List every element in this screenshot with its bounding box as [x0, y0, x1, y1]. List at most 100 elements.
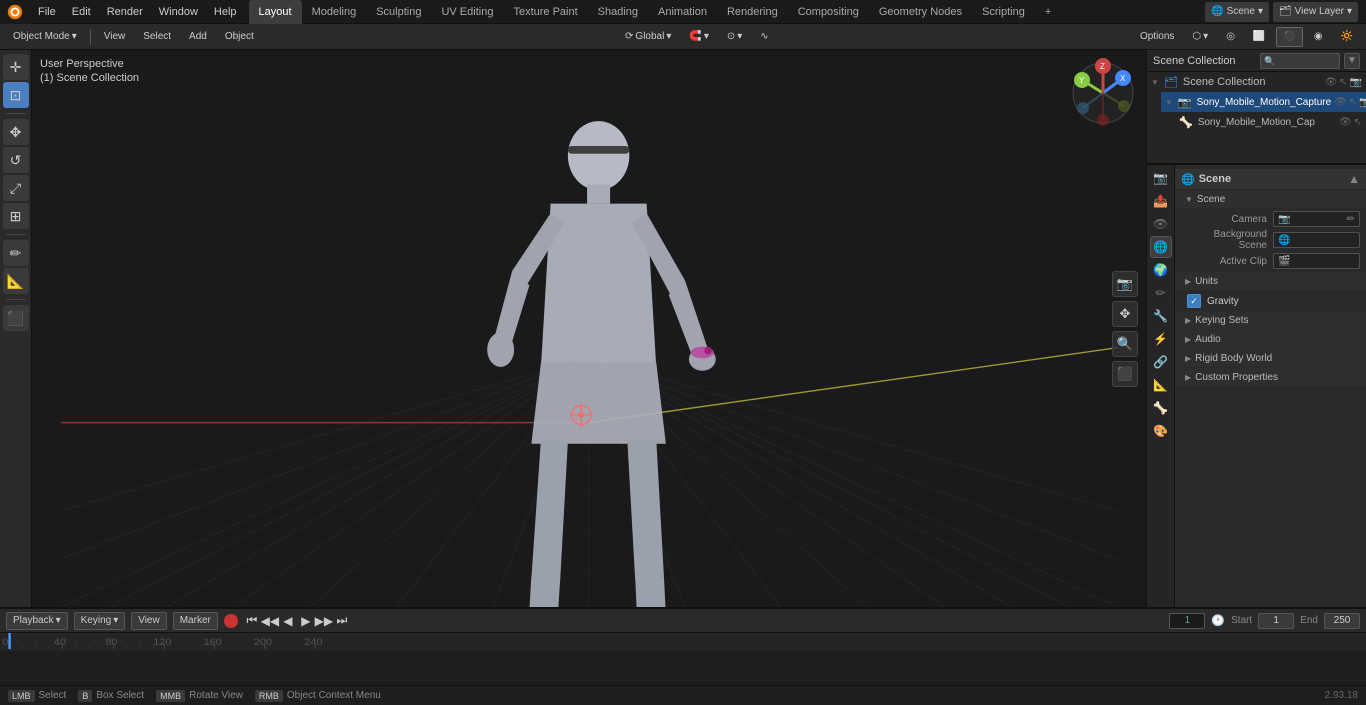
cursor-tool[interactable]: ✛	[3, 54, 29, 80]
outliner-item-motion[interactable]: 🦴 Sony_Mobile_Motion_Cap 👁 ↖	[1175, 112, 1366, 132]
shading-material[interactable]: ◉	[1307, 27, 1330, 47]
select-tool[interactable]: ⊡	[3, 82, 29, 108]
outliner-item-capture[interactable]: ▼ 📷 Sony_Mobile_Motion_Capture 👁 ↖ 📷	[1161, 92, 1366, 112]
tab-compositing[interactable]: Compositing	[788, 0, 869, 24]
prop-tab-particles[interactable]: ⚡	[1150, 328, 1172, 350]
snap-btn[interactable]: 🧲 ▾	[682, 27, 715, 47]
prev-frame-btn[interactable]: ◀	[280, 613, 296, 629]
next-frame-btn[interactable]: ▶▶	[316, 613, 332, 629]
item-render-icon[interactable]: 📷	[1359, 97, 1366, 108]
tl-keying-menu[interactable]: Keying ▾	[74, 612, 126, 630]
tab-shading[interactable]: Shading	[588, 0, 648, 24]
shading-wireframe[interactable]: ⬜	[1246, 27, 1272, 47]
units-section[interactable]: ▶ Units	[1175, 272, 1366, 290]
tab-geometry-nodes[interactable]: Geometry Nodes	[869, 0, 972, 24]
select-menu[interactable]: Select	[136, 27, 178, 47]
scale-tool[interactable]: ⤢	[3, 175, 29, 201]
object-menu[interactable]: Object	[218, 27, 261, 47]
prop-tab-object[interactable]: ✏	[1150, 282, 1172, 304]
play-btn[interactable]: ▶	[298, 613, 314, 629]
visibility-icon[interactable]: 👁	[1324, 77, 1337, 88]
prop-tab-data[interactable]: 🦴	[1150, 397, 1172, 419]
tl-playback-menu[interactable]: Playback ▾	[6, 612, 68, 630]
record-button[interactable]	[224, 614, 238, 628]
jump-start-btn[interactable]: ⏮	[244, 613, 260, 629]
audio-section[interactable]: ▶ Audio	[1175, 330, 1366, 348]
prop-tab-world[interactable]: 🌍	[1150, 259, 1172, 281]
menu-window[interactable]: Window	[151, 0, 206, 24]
keying-sets-section[interactable]: ▶ Keying Sets	[1175, 311, 1366, 329]
camera-view-btn[interactable]: 📷	[1112, 271, 1138, 297]
view-layer-selector[interactable]: 🗂 View Layer ▾	[1273, 2, 1358, 22]
viewport[interactable]: User Perspective (1) Scene Collection X …	[32, 50, 1146, 607]
proportional-edit-btn[interactable]: ⊙ ▾	[720, 27, 749, 47]
viewport-camera-btn[interactable]: ⬛	[1112, 361, 1138, 387]
tab-scripting[interactable]: Scripting	[972, 0, 1035, 24]
prop-tab-modifier[interactable]: 🔧	[1150, 305, 1172, 327]
camera-value[interactable]: 📷 ✏	[1273, 211, 1360, 227]
prop-tab-constraints[interactable]: 📐	[1150, 374, 1172, 396]
prop-tab-material[interactable]: 🎨	[1150, 420, 1172, 442]
prop-tab-scene[interactable]: 🌐	[1150, 236, 1172, 258]
tl-view-menu[interactable]: View	[131, 612, 167, 630]
prop-tab-physics[interactable]: 🔗	[1150, 351, 1172, 373]
prop-tab-render[interactable]: 📷	[1150, 167, 1172, 189]
prev-keyframe-btn[interactable]: ◀◀	[262, 613, 278, 629]
item-select-icon[interactable]: ↖	[1349, 97, 1357, 108]
motion-select-icon[interactable]: ↖	[1354, 117, 1362, 128]
start-frame-input[interactable]	[1258, 613, 1294, 629]
shading-solid[interactable]: ⚫	[1276, 27, 1302, 47]
active-clip-value[interactable]: 🎬	[1273, 253, 1360, 269]
tab-animation[interactable]: Animation	[648, 0, 717, 24]
tab-uv-editing[interactable]: UV Editing	[431, 0, 503, 24]
tab-rendering[interactable]: Rendering	[717, 0, 788, 24]
render-visibility-icon[interactable]: 📷	[1350, 77, 1362, 88]
shading-rendered[interactable]: 🔆	[1334, 27, 1360, 47]
annotate-tool[interactable]: ✏	[3, 240, 29, 266]
menu-file[interactable]: File	[30, 0, 64, 24]
menu-help[interactable]: Help	[206, 0, 245, 24]
transform-space-btn[interactable]: ⟳ Global ▾	[618, 27, 678, 47]
zoom-btn[interactable]: 🔍	[1112, 331, 1138, 357]
add-cube-tool[interactable]: ⬛	[3, 305, 29, 331]
menu-edit[interactable]: Edit	[64, 0, 99, 24]
menu-render[interactable]: Render	[99, 0, 151, 24]
view-menu[interactable]: View	[97, 27, 133, 47]
move-view-btn[interactable]: ✥	[1112, 301, 1138, 327]
timeline-body[interactable]: 0 40 80 120 160 200 240	[0, 633, 1366, 685]
rotate-tool[interactable]: ↺	[3, 147, 29, 173]
prop-tab-view[interactable]: 👁	[1150, 213, 1172, 235]
jump-end-btn[interactable]: ⏭	[334, 613, 350, 629]
mode-selector[interactable]: Object Mode ▾	[6, 27, 84, 47]
custom-props-section[interactable]: ▶ Custom Properties	[1175, 368, 1366, 386]
tab-modeling[interactable]: Modeling	[302, 0, 367, 24]
outliner-search[interactable]	[1260, 53, 1340, 69]
move-tool[interactable]: ✥	[3, 119, 29, 145]
item-visibility-icon[interactable]: 👁	[1334, 97, 1347, 108]
selectability-icon[interactable]: ↖	[1339, 77, 1347, 88]
prop-tab-output[interactable]: 📤	[1150, 190, 1172, 212]
add-menu[interactable]: Add	[182, 27, 214, 47]
tab-add[interactable]: +	[1035, 0, 1061, 24]
scene-subsection[interactable]: ▼ Scene	[1175, 190, 1366, 208]
rigid-body-section[interactable]: ▶ Rigid Body World	[1175, 349, 1366, 367]
clock-icon[interactable]: 🕐	[1211, 614, 1225, 627]
end-frame-input[interactable]	[1324, 613, 1360, 629]
options-btn[interactable]: Options	[1133, 27, 1181, 47]
gravity-checkbox[interactable]: ✓	[1187, 294, 1201, 308]
tl-marker-menu[interactable]: Marker	[173, 612, 218, 630]
proportional-falloff-btn[interactable]: ∿	[753, 27, 775, 47]
motion-visibility-icon[interactable]: 👁	[1339, 117, 1352, 128]
outliner-filter-btn[interactable]: ▼	[1344, 53, 1360, 69]
overlay-btn[interactable]: ⬡ ▾	[1185, 27, 1215, 47]
camera-eyedropper-icon[interactable]: ✏	[1347, 214, 1355, 225]
gravity-row[interactable]: ✓ Gravity	[1175, 291, 1366, 311]
current-frame-input[interactable]	[1169, 613, 1205, 629]
xray-btn[interactable]: ◎	[1219, 27, 1242, 47]
background-scene-value[interactable]: 🌐	[1273, 232, 1360, 248]
measure-tool[interactable]: 📐	[3, 268, 29, 294]
scene-selector[interactable]: 🌐 Scene ▾	[1205, 2, 1269, 22]
scene-section-header[interactable]: 🌐 Scene ▲	[1175, 169, 1366, 189]
tab-layout[interactable]: Layout	[249, 0, 302, 24]
tab-texture-paint[interactable]: Texture Paint	[503, 0, 587, 24]
